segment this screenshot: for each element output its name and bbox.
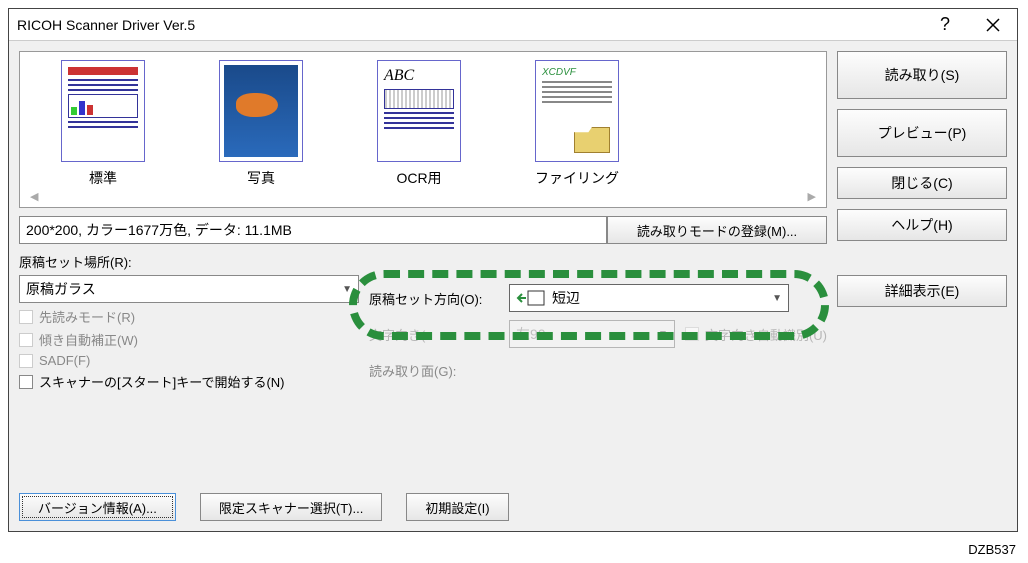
mode-ocr-icon: ABC — [377, 60, 461, 162]
chevron-down-icon: ▼ — [658, 329, 668, 340]
figure-id: DZB537 — [968, 542, 1016, 557]
mode-standard[interactable]: 標準 — [38, 60, 168, 188]
short-edge-icon — [516, 288, 546, 308]
text-direction-label: 文字向き( — [369, 325, 499, 344]
orientation-value: 短辺 — [552, 288, 580, 308]
scan-info-status: 200*200, カラー1677万色, データ: 11.1MB — [19, 216, 607, 244]
preview-button[interactable]: プレビュー(P) — [837, 109, 1007, 157]
scroll-right-icon: ▶ — [808, 190, 816, 203]
orientation-select[interactable]: 短辺 ▼ — [509, 284, 789, 312]
title-bar: RICOH Scanner Driver Ver.5 ? — [9, 9, 1017, 41]
mode-photo[interactable]: 写真 — [196, 60, 326, 188]
chevron-down-icon: ▼ — [342, 284, 352, 295]
mode-standard-icon — [61, 60, 145, 162]
scroll-left-icon: ◀ — [30, 190, 38, 203]
text-direction-select: 左90 ▼ — [509, 320, 675, 348]
mode-label: 写真 — [247, 168, 275, 188]
preread-mode-checkbox: 先読みモード(R) — [19, 307, 359, 326]
window-title: RICOH Scanner Driver Ver.5 — [17, 17, 195, 33]
scan-button[interactable]: 読み取り(S) — [837, 51, 1007, 99]
register-mode-button[interactable]: 読み取りモードの登録(M)... — [607, 216, 827, 244]
details-button[interactable]: 詳細表示(E) — [837, 275, 1007, 307]
limited-scanner-button[interactable]: 限定スキャナー選択(T)... — [200, 493, 382, 521]
original-location-value: 原稿ガラス — [26, 279, 96, 299]
close-button[interactable]: 閉じる(C) — [837, 167, 1007, 199]
original-location-select[interactable]: 原稿ガラス ▼ — [19, 275, 359, 303]
help-button[interactable]: ヘルプ(H) — [837, 209, 1007, 241]
mode-label: ファイリング — [535, 168, 619, 188]
mode-label: 標準 — [89, 168, 117, 188]
sadf-checkbox: SADF(F) — [19, 353, 359, 368]
version-info-button[interactable]: バージョン情報(A)... — [19, 493, 176, 521]
scanner-driver-dialog: RICOH Scanner Driver Ver.5 ? — [8, 8, 1018, 532]
mode-label: OCR用 — [396, 168, 441, 188]
help-icon[interactable]: ? — [921, 9, 969, 41]
mode-scrollbar[interactable]: ◀ ▶ — [26, 188, 820, 203]
close-icon[interactable] — [969, 9, 1017, 41]
start-key-checkbox[interactable]: スキャナーの[スタート]キーで開始する(N) — [19, 372, 359, 391]
original-location-label: 原稿セット場所(R): — [19, 252, 359, 271]
auto-text-orient-checkbox: 文字向き自動識別(U) — [685, 325, 827, 344]
orientation-label: 原稿セット方向(O): — [369, 289, 499, 308]
defaults-button[interactable]: 初期設定(I) — [406, 493, 508, 521]
mode-filing[interactable]: XCDVF ファイリング — [512, 60, 642, 188]
scan-mode-list: 標準 写真 ABC — [19, 51, 827, 208]
mode-photo-icon — [219, 60, 303, 162]
mode-filing-icon: XCDVF — [535, 60, 619, 162]
mode-ocr[interactable]: ABC OCR用 — [354, 60, 484, 188]
scan-side-label: 読み取り面(G): — [369, 361, 499, 380]
auto-deskew-checkbox: 傾き自動補正(W) — [19, 330, 359, 349]
chevron-down-icon: ▼ — [772, 293, 782, 304]
